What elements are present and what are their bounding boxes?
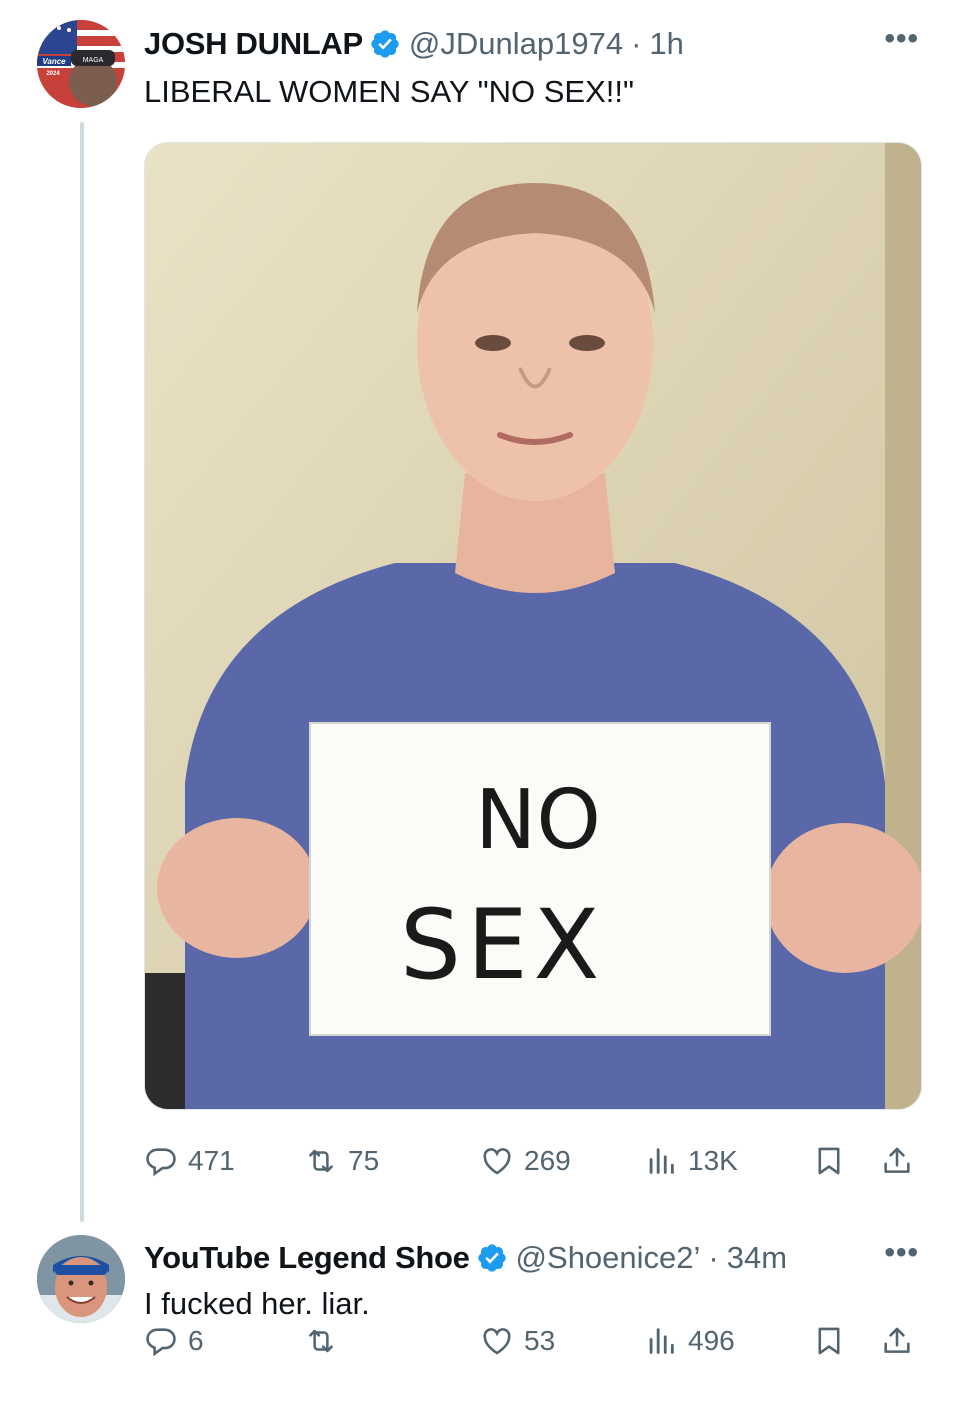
views-count: 13K bbox=[688, 1145, 738, 1176]
author-name[interactable]: JOSH DUNLAP bbox=[144, 26, 363, 62]
reply-button[interactable]: 6 bbox=[144, 1316, 204, 1366]
share-icon bbox=[884, 1327, 910, 1353]
tweet-time[interactable]: 1h bbox=[649, 26, 683, 62]
avatar-badge-text: Vance bbox=[42, 57, 66, 66]
views-icon bbox=[649, 1148, 674, 1174]
photo-image: NO SEX bbox=[145, 143, 921, 1109]
tweet-actions: 6 53 496 bbox=[144, 1316, 920, 1366]
more-icon[interactable]: ••• bbox=[884, 22, 919, 56]
repost-count: 75 bbox=[348, 1145, 380, 1176]
bookmark-icon bbox=[818, 1327, 840, 1355]
tweet-header: YouTube Legend Shoe @Shoenice2’ · 34m bbox=[144, 1236, 884, 1280]
avatar-cap-text: MAGA bbox=[83, 57, 104, 64]
reply-button[interactable]: 471 bbox=[144, 1136, 235, 1186]
like-icon bbox=[483, 1148, 511, 1175]
tweet-actions: 471 75 269 13K bbox=[144, 1136, 920, 1186]
meta-separator: · bbox=[631, 26, 642, 61]
avatar-image bbox=[37, 1235, 125, 1323]
views-button[interactable]: 496 bbox=[644, 1316, 735, 1366]
like-count: 269 bbox=[524, 1145, 571, 1176]
like-icon bbox=[483, 1328, 511, 1355]
share-icon bbox=[884, 1147, 910, 1173]
reply-icon bbox=[146, 1328, 176, 1357]
like-button[interactable]: 53 bbox=[480, 1316, 555, 1366]
verified-badge-icon[interactable] bbox=[476, 1242, 508, 1274]
avatar-year-text: 2024 bbox=[46, 71, 60, 77]
tweet-time[interactable]: 34m bbox=[727, 1240, 787, 1276]
avatar-image: MAGA Vance 2024 bbox=[37, 20, 125, 108]
sign-line-sex: SEX bbox=[400, 889, 605, 1001]
bookmark-button[interactable] bbox=[812, 1136, 846, 1186]
views-count: 496 bbox=[688, 1325, 735, 1356]
meta-separator: · bbox=[708, 1240, 719, 1275]
share-button[interactable] bbox=[880, 1316, 914, 1366]
author-handle[interactable]: @Shoenice2’ bbox=[516, 1240, 701, 1276]
views-icon bbox=[649, 1328, 674, 1354]
repost-button[interactable]: 75 bbox=[304, 1136, 379, 1186]
reply-count: 471 bbox=[188, 1145, 235, 1176]
sign-line-no: NO bbox=[475, 773, 601, 868]
avatar[interactable] bbox=[37, 1235, 125, 1323]
author-name[interactable]: YouTube Legend Shoe bbox=[144, 1240, 470, 1276]
tweet-header: JOSH DUNLAP @JDunlap1974 · 1h bbox=[144, 22, 884, 66]
bookmark-icon bbox=[818, 1147, 840, 1175]
repost-button[interactable] bbox=[304, 1316, 348, 1366]
tweet-photo[interactable]: NO SEX bbox=[144, 142, 922, 1110]
verified-badge-icon[interactable] bbox=[369, 28, 401, 60]
like-count: 53 bbox=[524, 1325, 556, 1356]
share-button[interactable] bbox=[880, 1136, 914, 1186]
repost-icon bbox=[309, 1329, 333, 1353]
tweet-text: LIBERAL WOMEN SAY "NO SEX!!" bbox=[144, 74, 635, 109]
author-handle[interactable]: @JDunlap1974 bbox=[409, 26, 623, 62]
like-button[interactable]: 269 bbox=[480, 1136, 571, 1186]
views-button[interactable]: 13K bbox=[644, 1136, 738, 1186]
bookmark-button[interactable] bbox=[812, 1316, 846, 1366]
thread-connector-line bbox=[80, 122, 84, 1222]
avatar[interactable]: MAGA Vance 2024 bbox=[37, 20, 125, 108]
repost-icon bbox=[309, 1149, 333, 1173]
reply-count: 6 bbox=[188, 1325, 204, 1356]
more-icon[interactable]: ••• bbox=[884, 1236, 919, 1270]
reply-icon bbox=[146, 1148, 176, 1177]
